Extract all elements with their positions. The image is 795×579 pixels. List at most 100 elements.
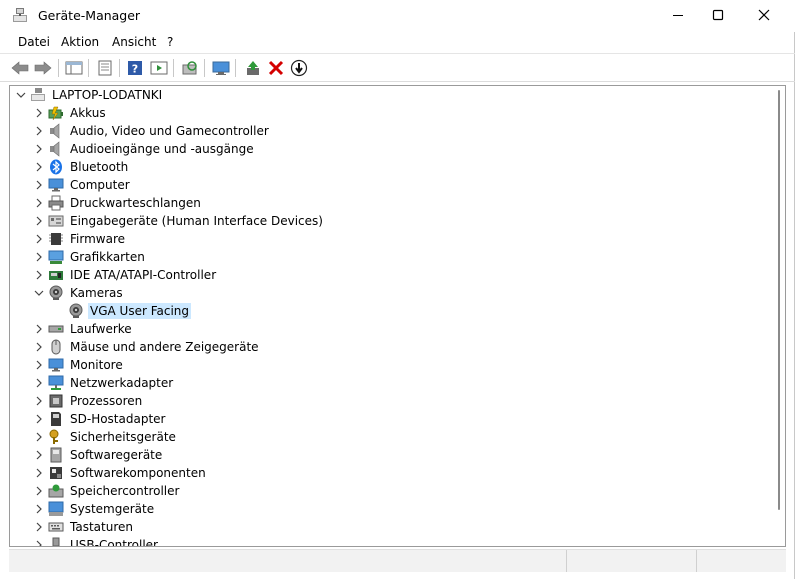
tree-category-speichercontroller[interactable]: Speichercontroller (32, 482, 181, 500)
maximize-button[interactable] (695, 0, 741, 30)
expand-chevron-icon[interactable] (32, 268, 46, 282)
show-hide-console-tree-button[interactable] (63, 57, 85, 79)
uninstall-device-button[interactable] (265, 57, 287, 79)
menu-bar: Datei Aktion Ansicht ? (0, 32, 795, 52)
tree-category-laufwerke[interactable]: Laufwerke (32, 320, 134, 338)
tree-category-bluetooth[interactable]: Bluetooth (32, 158, 130, 176)
menu-datei[interactable]: Datei (14, 34, 54, 50)
tree-item-label: Tastaturen (70, 520, 133, 534)
computer-root-icon (30, 87, 46, 103)
tree-item-label: Monitore (70, 358, 123, 372)
expand-chevron-icon[interactable] (32, 124, 46, 138)
expand-chevron-icon[interactable] (32, 232, 46, 246)
battery-icon (48, 105, 64, 121)
forward-button[interactable] (32, 57, 54, 79)
expand-chevron-icon[interactable] (32, 502, 46, 516)
status-pane (696, 550, 785, 572)
maximize-icon (712, 9, 724, 21)
tree-category-druckwarteschlangen[interactable]: Druckwarteschlangen (32, 194, 203, 212)
expand-chevron-icon[interactable] (32, 430, 46, 444)
tree-category-tastaturen[interactable]: Tastaturen (32, 518, 135, 536)
tree-category-grafikkarten[interactable]: Grafikkarten (32, 248, 147, 266)
tree-item-label: Softwarekomponenten (70, 466, 206, 480)
expand-chevron-icon[interactable] (32, 106, 46, 120)
usb-icon (48, 537, 64, 546)
menu-aktion[interactable]: Aktion (57, 34, 103, 50)
tree-category-firmware[interactable]: Firmware (32, 230, 127, 248)
expand-chevron-icon[interactable] (32, 214, 46, 228)
tree-category-usb-controller[interactable]: USB-Controller (32, 536, 160, 546)
expand-chevron-icon[interactable] (32, 196, 46, 210)
tree-category-monitore[interactable]: Monitore (32, 356, 125, 374)
expand-chevron-icon[interactable] (32, 178, 46, 192)
tree-item-label: Audioeingänge und -ausgänge (70, 142, 254, 156)
tree-category-softwarekomponenten[interactable]: Softwarekomponenten (32, 464, 208, 482)
expand-chevron-icon[interactable] (32, 412, 46, 426)
expand-chevron-icon[interactable] (32, 448, 46, 462)
toolbar-separator (204, 59, 205, 77)
bluetooth-icon (48, 159, 64, 175)
expand-chevron-icon[interactable] (32, 520, 46, 534)
tree-category-netzwerkadapter[interactable]: Netzwerkadapter (32, 374, 175, 392)
back-button[interactable] (9, 57, 31, 79)
properties-icon (98, 60, 112, 76)
expand-chevron-icon[interactable] (32, 394, 46, 408)
expand-chevron-icon[interactable] (32, 250, 46, 264)
expand-chevron-icon[interactable] (32, 484, 46, 498)
toolbar: ? (0, 53, 795, 82)
menu-help[interactable]: ? (163, 34, 177, 50)
speaker-icon (48, 123, 64, 139)
device-tree[interactable]: LAPTOP-LODATNKI Akkus Audio, Video und Gam… (9, 85, 786, 547)
tree-root-computer[interactable]: LAPTOP-LODATNKI (14, 86, 164, 104)
update-driver-button[interactable] (242, 57, 264, 79)
title-bar[interactable]: Geräte-Manager (0, 0, 795, 32)
tree-item-label: Laufwerke (70, 322, 132, 336)
expand-chevron-icon[interactable] (32, 466, 46, 480)
expand-chevron-icon[interactable] (32, 376, 46, 390)
tree-item-label: VGA User Facing (88, 303, 192, 319)
expand-chevron-icon[interactable] (32, 322, 46, 336)
tree-category-mäuse-und-andere-zeigegeräte[interactable]: Mäuse und andere Zeigegeräte (32, 338, 261, 356)
expand-chevron-icon[interactable] (32, 358, 46, 372)
close-icon (758, 9, 770, 21)
tree-category-audioeingänge-und-ausgänge[interactable]: Audioeingänge und -ausgänge (32, 140, 256, 158)
status-pane (566, 550, 697, 572)
close-button[interactable] (741, 0, 787, 30)
tree-category-computer[interactable]: Computer (32, 176, 132, 194)
tree-category-sicherheitsgeräte[interactable]: Sicherheitsgeräte (32, 428, 178, 446)
tree-category-kameras[interactable]: Kameras (32, 284, 125, 302)
forward-arrow-icon (34, 61, 52, 75)
tree-category-audio-video-und-gamecontroller[interactable]: Audio, Video und Gamecontroller (32, 122, 271, 140)
tree-category-ide-ata-atapi-controller[interactable]: IDE ATA/ATAPI-Controller (32, 266, 218, 284)
run-action-button[interactable] (148, 57, 170, 79)
processor-icon (48, 393, 64, 409)
collapse-chevron-icon[interactable] (32, 286, 46, 300)
ide-controller-icon (48, 267, 64, 283)
menu-ansicht[interactable]: Ansicht (108, 34, 160, 50)
tree-device-vga-user-facing[interactable]: VGA User Facing (52, 302, 192, 320)
tree-category-softwaregeräte[interactable]: Softwaregeräte (32, 446, 164, 464)
expand-chevron-icon[interactable] (32, 142, 46, 156)
scan-hardware-button[interactable] (179, 57, 201, 79)
mouse-icon (48, 339, 64, 355)
properties-button[interactable] (94, 57, 116, 79)
scrollbar-thumb[interactable] (778, 90, 780, 510)
tree-category-prozessoren[interactable]: Prozessoren (32, 392, 144, 410)
expand-chevron-icon[interactable] (32, 340, 46, 354)
tree-item-label: Netzwerkadapter (70, 376, 174, 390)
collapse-chevron-icon[interactable] (14, 88, 28, 102)
tree-item-label: SD-Hostadapter (70, 412, 166, 426)
expand-chevron-icon[interactable] (32, 160, 46, 174)
expand-chevron-icon[interactable] (32, 538, 46, 546)
disable-device-button[interactable] (288, 57, 310, 79)
tree-category-systemgeräte[interactable]: Systemgeräte (32, 500, 156, 518)
tree-item-label: LAPTOP-LODATNKI (52, 88, 163, 102)
tree-item-label: Softwaregeräte (70, 448, 163, 462)
tree-category-akkus[interactable]: Akkus (32, 104, 108, 122)
help-button[interactable]: ? (124, 57, 146, 79)
tree-item-label: Kameras (70, 286, 123, 300)
tree-category-sd-hostadapter[interactable]: SD-Hostadapter (32, 410, 167, 428)
monitor-button[interactable] (210, 57, 232, 79)
vertical-scrollbar[interactable] (773, 86, 785, 546)
tree-category-eingabegeräte-human-interface-devices[interactable]: Eingabegeräte (Human Interface Devices) (32, 212, 325, 230)
